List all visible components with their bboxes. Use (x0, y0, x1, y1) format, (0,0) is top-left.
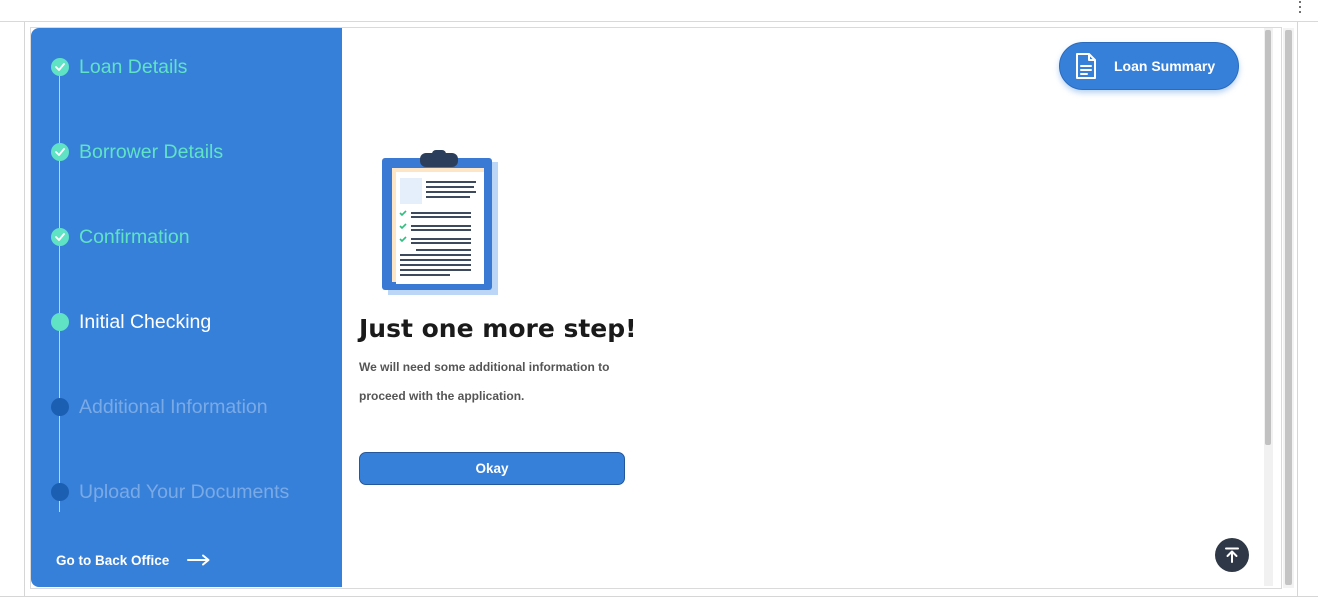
frame-border-right (1297, 22, 1298, 597)
step-loan-details[interactable]: Loan Details (51, 55, 187, 79)
document-icon (1076, 53, 1096, 79)
pending-step-dot (51, 398, 69, 416)
loan-summary-label: Loan Summary (1114, 58, 1216, 74)
step-label: Upload Your Documents (79, 480, 290, 503)
frame-border-bottom (0, 596, 1318, 597)
step-label: Loan Details (79, 55, 188, 78)
step-additional-information[interactable]: Additional Information (51, 395, 268, 419)
check-icon (51, 228, 69, 246)
arrow-up-to-line-icon (1225, 547, 1239, 563)
page-title: Just one more step! (359, 314, 637, 343)
step-upload-documents[interactable]: Upload Your Documents (51, 480, 289, 504)
description-line: proceed with the application. (359, 389, 525, 403)
scroll-to-top-button[interactable] (1215, 538, 1249, 572)
outer-scrollbar-thumb[interactable] (1285, 30, 1292, 585)
step-label: Confirmation (79, 225, 190, 248)
step-label: Initial Checking (79, 310, 212, 333)
okay-button[interactable]: Okay (359, 452, 625, 485)
step-label: Borrower Details (79, 140, 224, 163)
pending-step-dot (51, 483, 69, 501)
current-step-dot (51, 313, 69, 331)
more-vertical-icon[interactable] (1296, 0, 1304, 14)
arrow-right-icon (187, 554, 210, 566)
frame-border-left (24, 22, 25, 597)
step-initial-checking[interactable]: Initial Checking (51, 310, 211, 334)
page-description: We will need some additional information… (359, 353, 649, 411)
check-icon (51, 58, 69, 76)
steps-connector-line (59, 67, 60, 512)
clipboard-illustration (382, 150, 498, 295)
loan-summary-button[interactable]: Loan Summary (1059, 42, 1239, 90)
browser-top-bar (0, 0, 1318, 22)
description-line: We will need some additional information… (359, 360, 610, 374)
step-borrower-details[interactable]: Borrower Details (51, 140, 223, 164)
step-label: Additional Information (79, 395, 268, 418)
check-icon (51, 143, 69, 161)
step-confirmation[interactable]: Confirmation (51, 225, 190, 249)
inner-scrollbar-thumb[interactable] (1265, 30, 1271, 445)
back-office-link[interactable]: Go to Back Office (56, 550, 211, 570)
back-office-label: Go to Back Office (56, 552, 170, 568)
